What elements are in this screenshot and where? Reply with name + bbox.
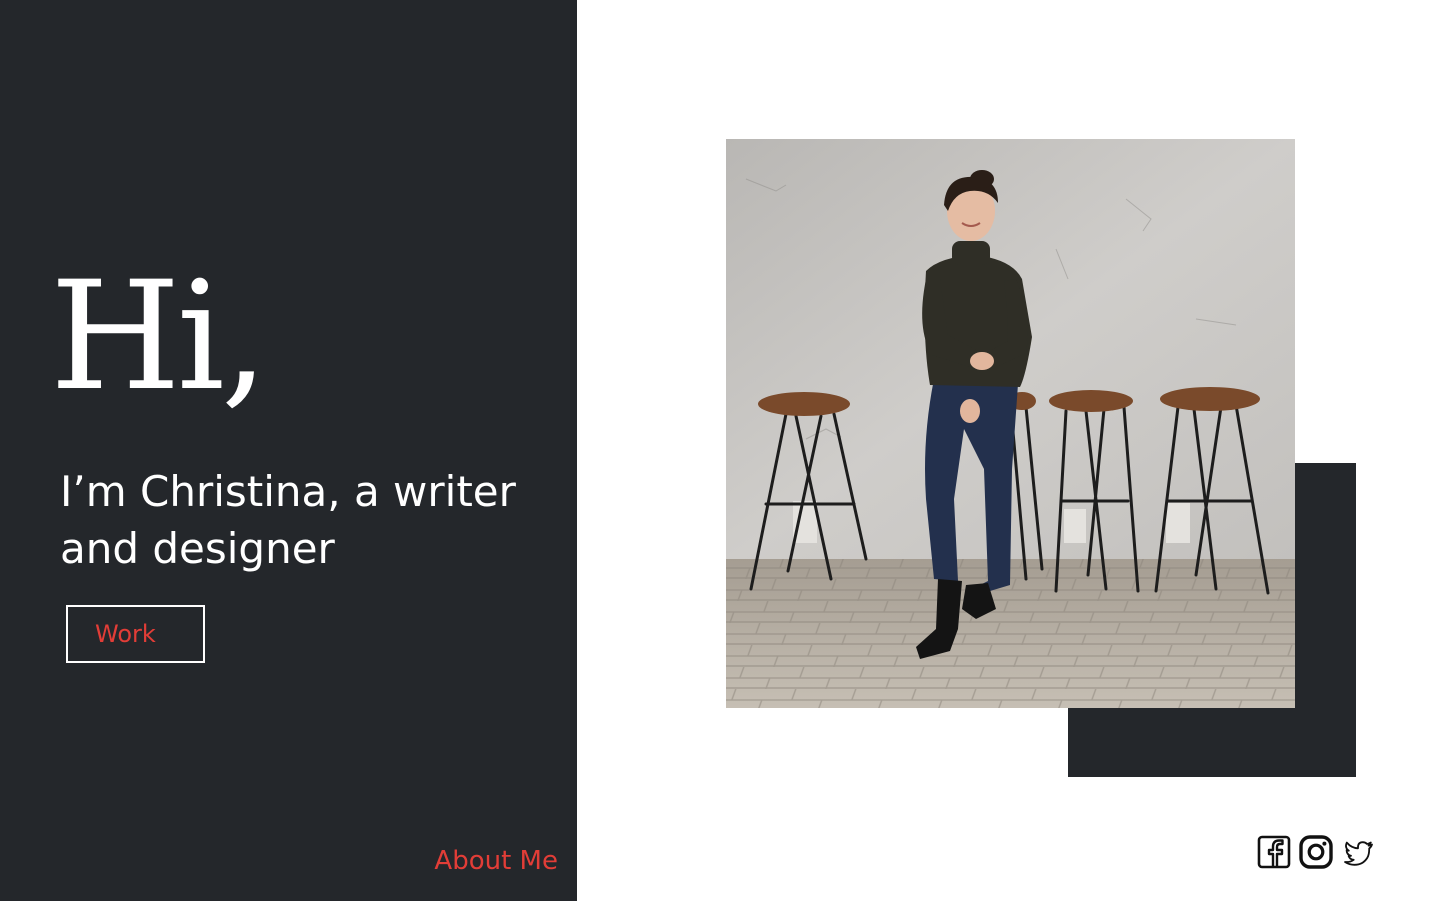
social-links bbox=[1257, 835, 1375, 869]
facebook-icon[interactable] bbox=[1257, 835, 1291, 869]
intro-panel: Hi, I’m Christina, a writer and designer… bbox=[0, 0, 577, 901]
about-me-link[interactable]: About Me bbox=[434, 846, 558, 877]
work-button[interactable]: Work bbox=[66, 605, 205, 663]
page: Hi, I’m Christina, a writer and designer… bbox=[0, 0, 1452, 901]
greeting-heading: Hi, bbox=[50, 250, 268, 424]
intro-text: I’m Christina, a writer and designer bbox=[60, 467, 516, 573]
instagram-icon[interactable] bbox=[1299, 835, 1333, 869]
twitter-icon[interactable] bbox=[1341, 835, 1375, 869]
portrait-photo bbox=[726, 139, 1295, 708]
